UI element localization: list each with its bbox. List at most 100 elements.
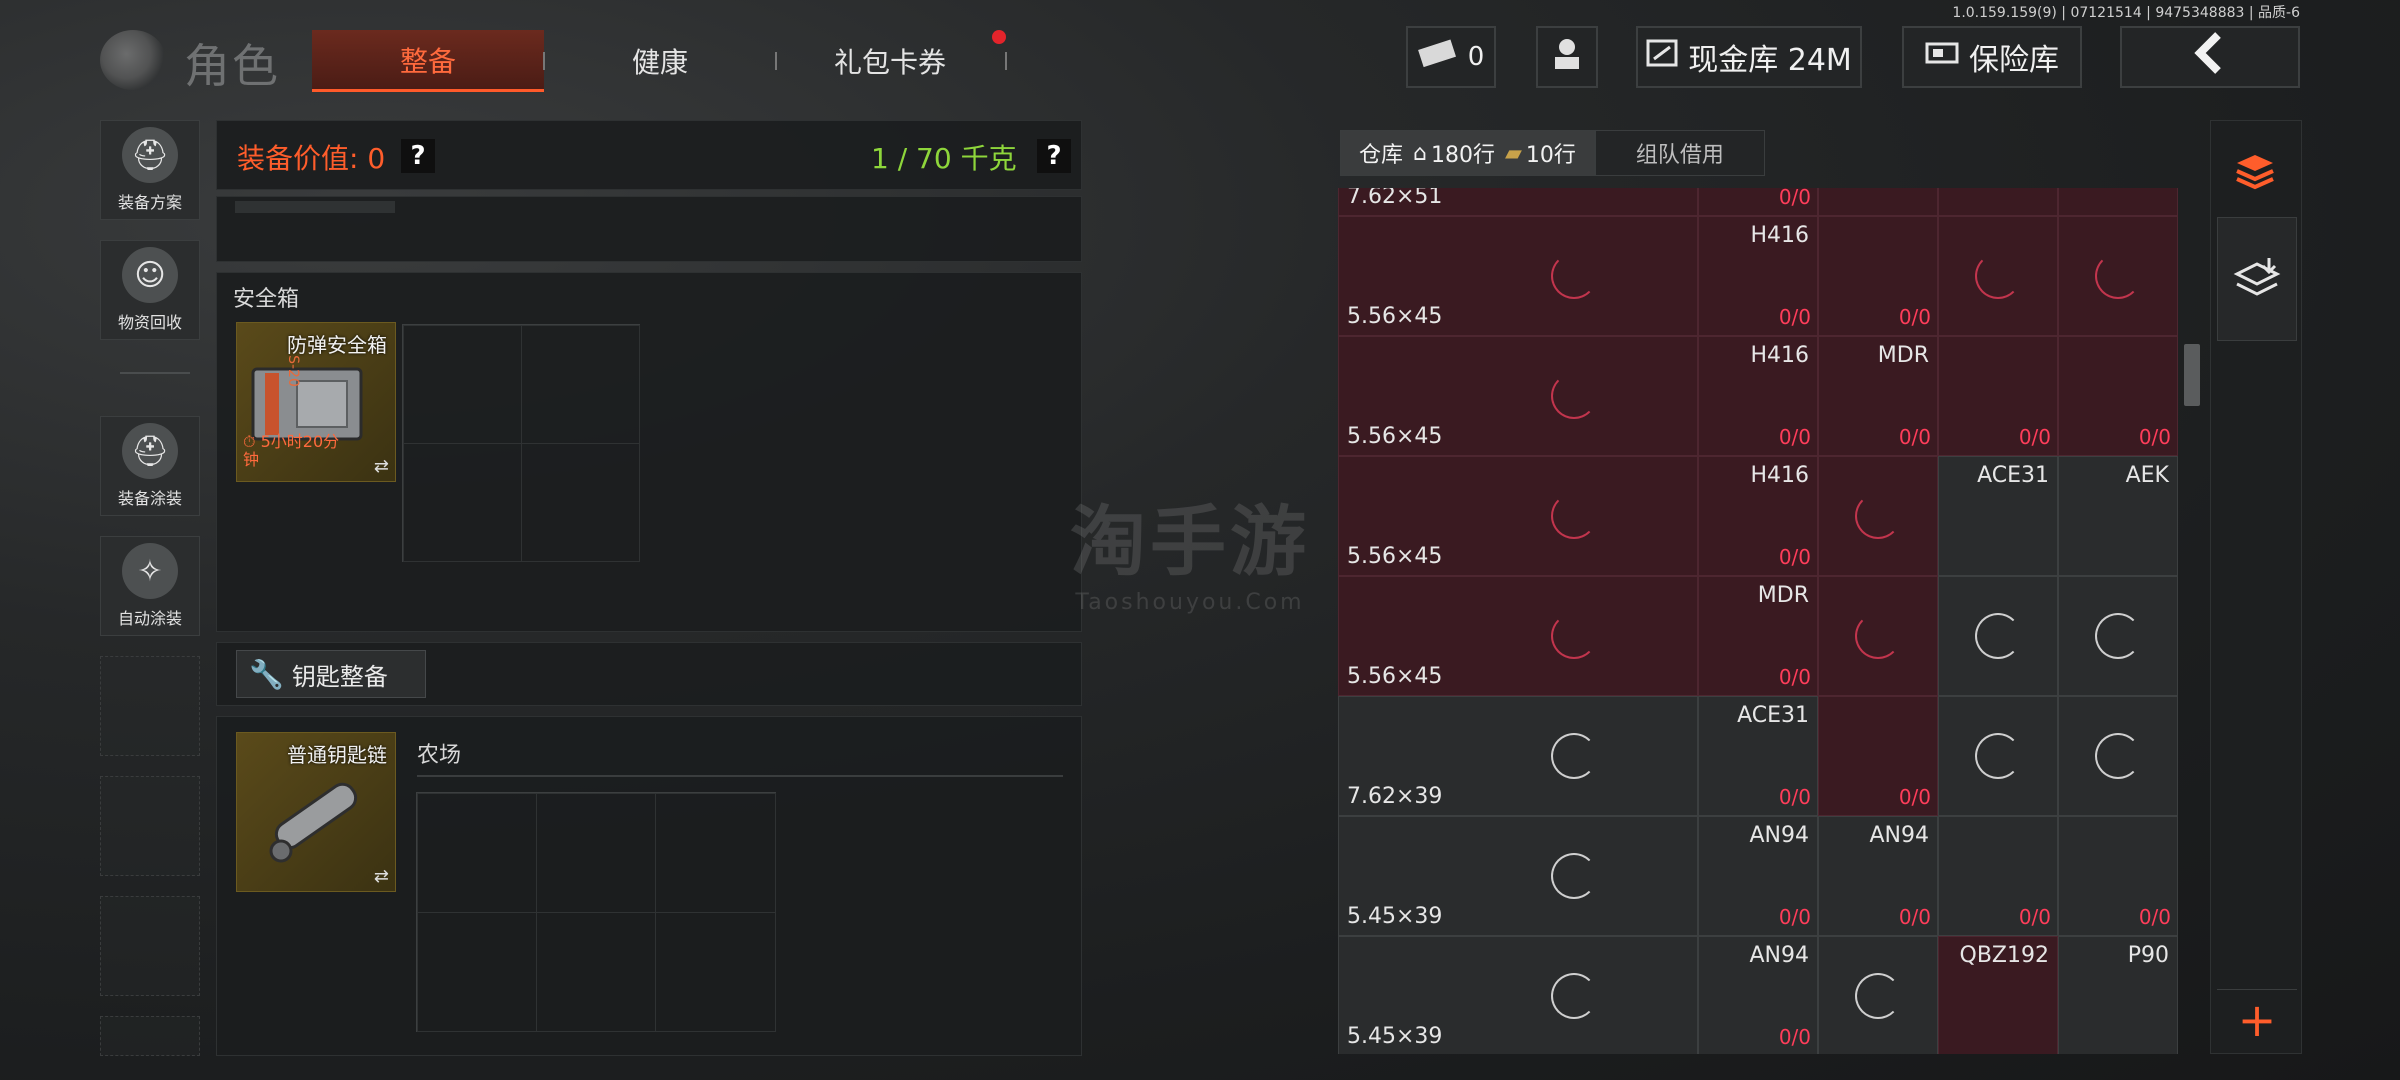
warehouse-slot[interactable] <box>2058 216 2178 336</box>
sidebar-item-recycle[interactable]: ☺ 物资回收 <box>100 240 200 340</box>
safebox-code: S-20 <box>284 355 301 387</box>
warehouse-slot[interactable] <box>1818 456 1938 576</box>
safebox-item[interactable]: 防弹安全箱 S-20 ⏱ 5小时20分钟 ⇄ <box>236 322 396 482</box>
grid-cell[interactable] <box>417 793 537 913</box>
sort-stack-icon[interactable] <box>2217 131 2297 211</box>
warehouse-slot-caliber[interactable]: 5.45×39 <box>1338 816 1698 936</box>
ammo-count: 0/0 <box>1778 188 1811 209</box>
import-layers-button[interactable] <box>2217 217 2297 341</box>
safebox-grid[interactable] <box>402 324 640 562</box>
warehouse-slot-caliber[interactable]: 5.56×45 <box>1338 216 1698 336</box>
loading-spinner-icon <box>1975 613 2021 659</box>
warehouse-slot[interactable] <box>2058 188 2178 216</box>
support-button[interactable] <box>1536 26 1598 88</box>
currency-button[interactable]: 0 <box>1406 26 1496 88</box>
warehouse-slot[interactable]: 0/0 <box>2058 336 2178 456</box>
sidebar-item-auto-paint[interactable]: ✧ 自动涂装 <box>100 536 200 636</box>
warehouse-slot[interactable] <box>1818 576 1938 696</box>
warehouse-slot-caliber[interactable]: 7.62×39 <box>1338 696 1698 816</box>
sidebar-item-paint[interactable]: ⛑ 装备涂装 <box>100 416 200 516</box>
auto-paint-icon: ✧ <box>122 543 178 599</box>
warehouse-slot-caliber[interactable]: 5.56×45 <box>1338 336 1698 456</box>
caliber-label: 5.56×45 <box>1347 544 1443 569</box>
strip-bar <box>235 201 395 213</box>
warehouse-slot[interactable] <box>1938 216 2058 336</box>
ammo-count: 0/0 <box>2138 905 2171 929</box>
warehouse-slot[interactable]: MDR 0/0 <box>1698 576 1818 696</box>
weapon-name: H416 <box>1750 463 1809 488</box>
warehouse-grid[interactable]: 7.62×51 0/0 5.56×45 H416 0/0 0/0 5.56×45 H416 0/… <box>1338 188 2178 1054</box>
add-icon[interactable]: + <box>2217 989 2297 1049</box>
warehouse-slot-caliber[interactable]: 5.45×39 <box>1338 936 1698 1054</box>
warehouse-slot[interactable] <box>1938 696 2058 816</box>
paint-helmet-icon: ⛑ <box>122 423 178 479</box>
grid-cell[interactable] <box>403 325 522 444</box>
weight-help-button[interactable]: ? <box>1037 139 1071 173</box>
warehouse-slot-caliber[interactable]: 7.62×51 <box>1338 188 1698 216</box>
warehouse-slot[interactable]: 0/0 <box>1818 216 1938 336</box>
warehouse-slot[interactable]: ACE31 0/0 <box>1698 696 1818 816</box>
page-title: 角色 <box>184 39 280 93</box>
warehouse-slot[interactable]: H416 0/0 <box>1698 336 1818 456</box>
tab-team-borrow[interactable]: 组队借用 <box>1594 130 1765 176</box>
warehouse-slot[interactable]: AN94 0/0 <box>1698 816 1818 936</box>
key-grid[interactable] <box>416 792 776 1032</box>
grid-cell[interactable] <box>403 443 522 562</box>
warehouse-slot[interactable]: AN94 0/0 <box>1698 936 1818 1054</box>
ammo-count: 0/0 <box>1778 665 1811 689</box>
globe-logo-icon <box>100 30 166 90</box>
back-button[interactable] <box>2120 26 2300 88</box>
grid-cell[interactable] <box>521 443 640 562</box>
warehouse-slot[interactable]: AN94 0/0 <box>1818 816 1938 936</box>
warehouse-slot[interactable]: 0/0 <box>2058 816 2178 936</box>
warehouse-slot[interactable]: 0/0 <box>1938 816 2058 936</box>
tab-health[interactable]: 健康 <box>560 30 760 92</box>
warehouse-slot[interactable]: 0/0 <box>1938 336 2058 456</box>
grid-cell[interactable] <box>521 325 640 444</box>
loading-spinner-icon <box>2095 733 2141 779</box>
ammo-count: 0/0 <box>1778 305 1811 329</box>
insurance-vault-button[interactable]: 保险库 <box>1902 26 2082 88</box>
warehouse-slot[interactable]: QBZ192 <box>1938 936 2058 1054</box>
warehouse-slot[interactable] <box>2058 576 2178 696</box>
warehouse-slot[interactable]: MDR 0/0 <box>1818 336 1938 456</box>
warehouse-slot-caliber[interactable]: 5.56×45 <box>1338 576 1698 696</box>
vault-icon <box>1925 40 1959 75</box>
clock-icon: ⏱ <box>243 432 256 451</box>
home-icon: ⌂ <box>1413 140 1427 166</box>
warehouse-slot[interactable]: H416 0/0 <box>1698 216 1818 336</box>
key-loadout-button[interactable]: 🔧 钥匙整备 <box>236 650 426 698</box>
swap-icon[interactable]: ⇄ <box>374 866 389 887</box>
warehouse-slot[interactable]: H416 0/0 <box>1698 456 1818 576</box>
warehouse-slot[interactable] <box>1938 576 2058 696</box>
warehouse-slot[interactable]: AEK <box>2058 456 2178 576</box>
grid-cell[interactable] <box>655 793 776 913</box>
sidebar-item-loadout[interactable]: ⛑ 装备方案 <box>100 120 200 220</box>
warehouse-slot[interactable] <box>1818 936 1938 1054</box>
grid-cell[interactable] <box>417 912 537 1032</box>
ammo-count: 0/0 <box>1898 905 1931 929</box>
warehouse-slot[interactable] <box>2058 696 2178 816</box>
loading-spinner-icon <box>1551 973 1597 1019</box>
keychain-icon <box>269 782 358 863</box>
warehouse-slot[interactable]: ACE31 <box>1938 456 2058 576</box>
warehouse-slot[interactable]: 0/0 <box>1698 188 1818 216</box>
warehouse-scrollbar[interactable] <box>2184 344 2200 406</box>
grid-cell[interactable] <box>655 912 776 1032</box>
value-help-button[interactable]: ? <box>401 139 435 173</box>
key-loadout-label: 钥匙整备 <box>291 662 388 691</box>
swap-icon[interactable]: ⇄ <box>374 456 389 477</box>
warehouse-slot[interactable]: P90 <box>2058 936 2178 1054</box>
warehouse-slot[interactable] <box>1938 188 2058 216</box>
grid-cell[interactable] <box>536 912 656 1032</box>
warehouse-slot[interactable]: 0/0 <box>1818 696 1938 816</box>
grid-cell[interactable] <box>536 793 656 913</box>
ticket-icon <box>1417 38 1458 76</box>
tab-equipment[interactable]: 整备 <box>312 30 544 92</box>
warehouse-slot-caliber[interactable]: 5.56×45 <box>1338 456 1698 576</box>
warehouse-slot[interactable] <box>1818 188 1938 216</box>
tab-gift-vouchers[interactable]: 礼包卡券 <box>790 30 990 92</box>
tab-warehouse[interactable]: 仓库 ⌂ 180行 ▰ 10行 <box>1340 130 1595 176</box>
keychain-item[interactable]: 普通钥匙链 ⇄ <box>236 732 396 892</box>
cash-vault-button[interactable]: 现金库 24M <box>1636 26 1862 88</box>
